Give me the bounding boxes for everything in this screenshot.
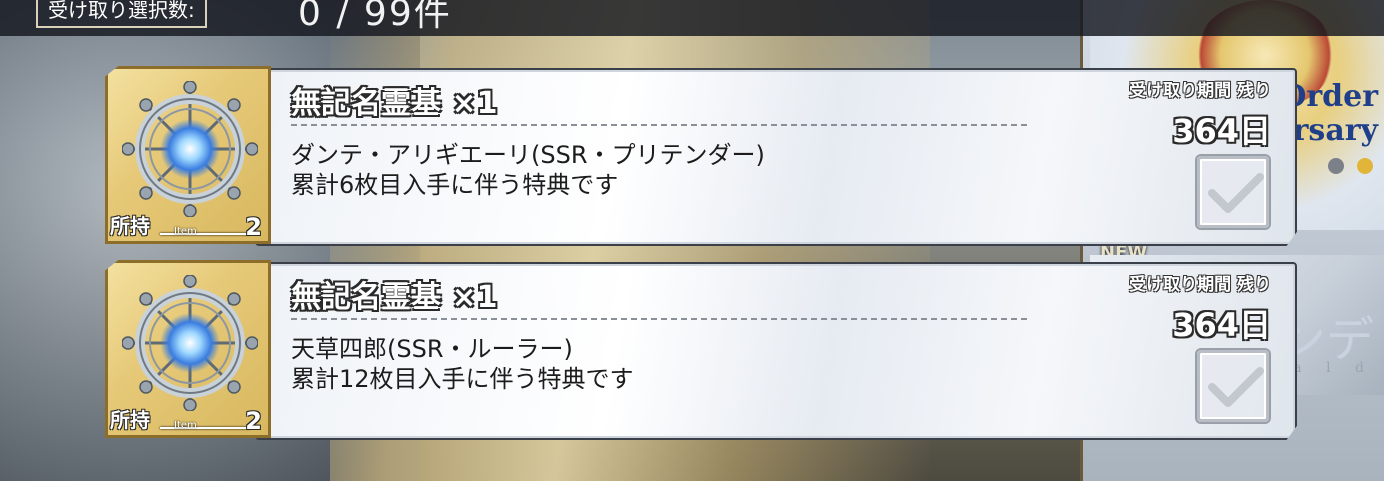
owned-label: 所持	[110, 214, 150, 238]
selection-header: 受け取り選択数: 0 / 99件	[0, 0, 1384, 36]
event-banner-subtext: a l d	[1293, 360, 1374, 376]
days-remaining: 364日	[1172, 306, 1271, 344]
present-item-row[interactable]: 所持 Item 2 無記名霊基 ×1 ダンテ・アリギエーリ(SSR・プリテンダー…	[105, 66, 1297, 246]
dashed-divider	[291, 318, 1027, 320]
ship-wheel-icon	[122, 81, 258, 217]
description-line: 累計12枚目入手に伴う特典です	[291, 365, 634, 393]
checkmark-icon	[1208, 173, 1264, 213]
select-checkbox[interactable]	[1197, 350, 1269, 422]
receive-period-label: 受け取り期間 残り	[1129, 275, 1271, 295]
ship-wheel-icon	[122, 275, 258, 411]
dashed-divider	[291, 124, 1027, 126]
selection-count: 0 / 99件	[298, 0, 452, 34]
receive-period-label: 受け取り期間 残り	[1129, 81, 1271, 101]
owned-count: 2	[245, 213, 262, 241]
owned-label: 所持	[110, 408, 150, 432]
item-tag: Item	[174, 420, 197, 431]
item-icon-frame: 所持 Item 2	[105, 260, 271, 438]
item-name: 無記名霊基 ×1	[291, 86, 498, 121]
days-remaining: 364日	[1172, 112, 1271, 150]
present-item-row[interactable]: 所持 Item 2 無記名霊基 ×1 天草四郎(SSR・ルーラー) 累計12枚目…	[105, 260, 1297, 440]
item-icon-frame: 所持 Item 2	[105, 66, 271, 244]
page-dot-active-icon[interactable]	[1357, 158, 1374, 174]
select-checkbox[interactable]	[1197, 156, 1269, 228]
selection-label: 受け取り選択数:	[36, 0, 207, 28]
description-line: 天草四郎(SSR・ルーラー)	[291, 335, 573, 363]
description-line: ダンテ・アリギエーリ(SSR・プリテンダー)	[291, 141, 765, 169]
checkmark-icon	[1208, 367, 1264, 407]
description-line: 累計6枚目入手に伴う特典です	[291, 171, 619, 199]
item-tag: Item	[174, 226, 197, 237]
banner-page-dots	[1320, 158, 1374, 178]
page-dot-icon[interactable]	[1328, 158, 1344, 174]
item-description: 天草四郎(SSR・ルーラー) 累計12枚目入手に伴う特典です	[291, 334, 634, 394]
item-description: ダンテ・アリギエーリ(SSR・プリテンダー) 累計6枚目入手に伴う特典です	[291, 140, 765, 200]
item-name: 無記名霊基 ×1	[291, 280, 498, 315]
owned-count: 2	[245, 407, 262, 435]
